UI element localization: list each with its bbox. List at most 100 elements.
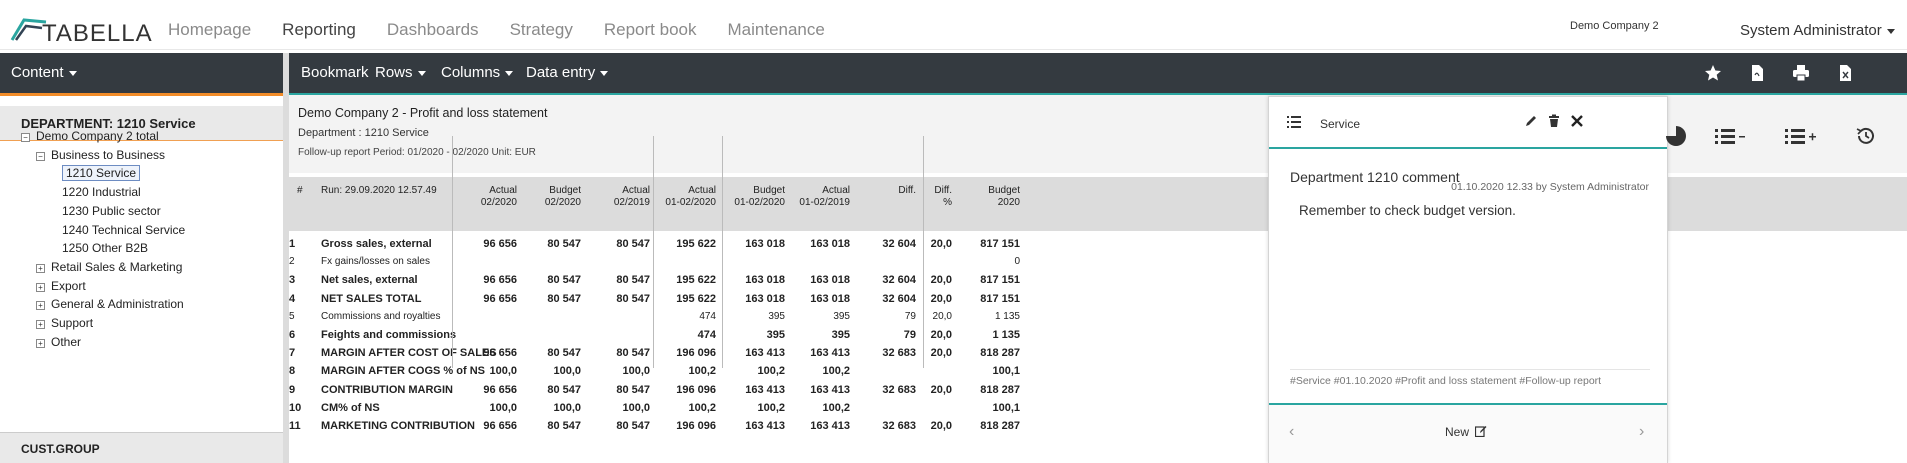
nav-item-homepage[interactable]: Homepage: [168, 20, 251, 40]
expand-icon[interactable]: +: [36, 282, 45, 292]
tree-item[interactable]: + Other: [36, 334, 81, 350]
pie-chart-icon[interactable]: [1666, 126, 1688, 146]
table-cell[interactable]: 196 096: [676, 384, 716, 396]
logo[interactable]: TABELLA: [10, 6, 153, 46]
table-cell[interactable]: 96 656: [483, 293, 517, 305]
content-dropdown[interactable]: Content: [11, 64, 77, 81]
table-cell[interactable]: 80 547: [547, 293, 581, 305]
table-cell[interactable]: 196 096: [676, 420, 716, 432]
table-cell[interactable]: 195 622: [676, 274, 716, 286]
table-cell[interactable]: 100,0: [553, 365, 581, 377]
table-cell[interactable]: 474: [698, 329, 716, 341]
table-cell[interactable]: 100,2: [688, 402, 716, 414]
tree-item[interactable]: − Business to Business: [36, 147, 165, 163]
table-cell[interactable]: 100,0: [622, 402, 650, 414]
table-cell[interactable]: 32 683: [882, 347, 916, 359]
table-cell[interactable]: 20,0: [931, 238, 952, 250]
table-cell[interactable]: 163 018: [745, 238, 785, 250]
column-header[interactable]: Actual 01-02/2020: [665, 185, 716, 209]
table-cell[interactable]: 79: [905, 311, 916, 322]
table-cell[interactable]: 163 018: [810, 238, 850, 250]
table-cell[interactable]: 195 622: [676, 293, 716, 305]
table-cell[interactable]: 96 656: [483, 384, 517, 396]
table-cell[interactable]: 80 547: [547, 420, 581, 432]
table-cell[interactable]: 196 096: [676, 347, 716, 359]
table-cell[interactable]: 100,2: [688, 365, 716, 377]
table-cell[interactable]: 163 018: [810, 274, 850, 286]
table-cell[interactable]: 96 656: [483, 347, 517, 359]
table-cell[interactable]: 100,2: [757, 365, 785, 377]
table-cell[interactable]: 163 413: [810, 420, 850, 432]
table-cell[interactable]: 80 547: [547, 384, 581, 396]
table-cell[interactable]: 100,0: [622, 365, 650, 377]
table-cell[interactable]: 163 018: [745, 274, 785, 286]
expand-icon[interactable]: +: [36, 320, 45, 329]
table-cell[interactable]: 96 656: [483, 420, 517, 432]
table-cell[interactable]: 100,1: [992, 365, 1020, 377]
table-cell[interactable]: 80 547: [616, 238, 650, 250]
table-cell[interactable]: 32 683: [882, 384, 916, 396]
column-header[interactable]: Diff.: [898, 185, 916, 197]
table-cell[interactable]: 20,0: [931, 420, 952, 432]
table-cell[interactable]: 163 413: [810, 347, 850, 359]
table-cell[interactable]: 163 018: [810, 293, 850, 305]
bookmark-button[interactable]: Bookmark: [301, 64, 369, 81]
tree-item[interactable]: + Export: [36, 278, 86, 294]
table-cell[interactable]: 20,0: [931, 293, 952, 305]
table-cell[interactable]: 817 151: [980, 293, 1020, 305]
table-cell[interactable]: 32 683: [882, 420, 916, 432]
table-cell[interactable]: 818 287: [980, 347, 1020, 359]
table-cell[interactable]: 395: [832, 329, 850, 341]
column-header[interactable]: Actual 02/2020: [481, 185, 517, 209]
table-cell[interactable]: 100,1: [992, 402, 1020, 414]
columns-dropdown[interactable]: Columns: [441, 64, 514, 81]
tree-item[interactable]: + Retail Sales & Marketing: [36, 259, 182, 275]
table-cell[interactable]: 100,0: [553, 402, 581, 414]
table-cell[interactable]: 80 547: [547, 238, 581, 250]
data-entry-dropdown[interactable]: Data entry: [526, 64, 609, 81]
table-cell[interactable]: 818 287: [980, 420, 1020, 432]
cust-group-header[interactable]: CUST.GROUP: [0, 432, 283, 463]
table-cell[interactable]: 32 604: [882, 238, 916, 250]
tree-item[interactable]: 1250 Other B2B: [62, 240, 148, 256]
tree-item[interactable]: 1220 Industrial: [62, 184, 141, 200]
table-cell[interactable]: 100,2: [822, 365, 850, 377]
new-comment-button[interactable]: New: [1445, 425, 1487, 439]
tree-item[interactable]: 1240 Technical Service: [62, 222, 185, 238]
table-cell[interactable]: 20,0: [933, 311, 952, 322]
table-cell[interactable]: 817 151: [980, 274, 1020, 286]
print-icon[interactable]: [1791, 63, 1811, 83]
expand-icon[interactable]: +: [36, 338, 45, 348]
table-cell[interactable]: 163 413: [745, 347, 785, 359]
nav-item-dashboards[interactable]: Dashboards: [387, 20, 479, 40]
table-cell[interactable]: 0: [1014, 256, 1020, 267]
nav-item-report-book[interactable]: Report book: [604, 20, 697, 40]
table-cell[interactable]: 79: [904, 329, 916, 341]
table-cell[interactable]: 163 018: [745, 293, 785, 305]
history-icon[interactable]: [1855, 126, 1877, 146]
table-cell[interactable]: 100,0: [489, 402, 517, 414]
table-cell[interactable]: 80 547: [616, 274, 650, 286]
table-cell[interactable]: 96 656: [483, 238, 517, 250]
column-header[interactable]: Diff. %: [934, 185, 952, 209]
column-header[interactable]: Budget 02/2020: [545, 185, 581, 209]
table-cell[interactable]: 80 547: [547, 347, 581, 359]
table-cell[interactable]: 1 135: [992, 329, 1020, 341]
table-cell[interactable]: 80 547: [616, 293, 650, 305]
table-cell[interactable]: 474: [699, 311, 716, 322]
table-cell[interactable]: 20,0: [931, 329, 952, 341]
table-cell[interactable]: 100,2: [757, 402, 785, 414]
table-cell[interactable]: 80 547: [616, 384, 650, 396]
column-header[interactable]: Actual 02/2019: [614, 185, 650, 209]
table-cell[interactable]: 817 151: [980, 238, 1020, 250]
expand-icon[interactable]: +: [36, 263, 45, 273]
table-cell[interactable]: 163 413: [810, 384, 850, 396]
pdf-icon[interactable]: [1747, 63, 1767, 83]
table-cell[interactable]: 163 413: [745, 420, 785, 432]
list-collapse-icon[interactable]: [1715, 126, 1751, 146]
table-cell[interactable]: 80 547: [616, 347, 650, 359]
tree-item[interactable]: − Demo Company 2 total: [21, 128, 159, 144]
table-cell[interactable]: 163 413: [745, 384, 785, 396]
table-cell[interactable]: 20,0: [931, 347, 952, 359]
tree-item[interactable]: + Support: [36, 315, 93, 331]
